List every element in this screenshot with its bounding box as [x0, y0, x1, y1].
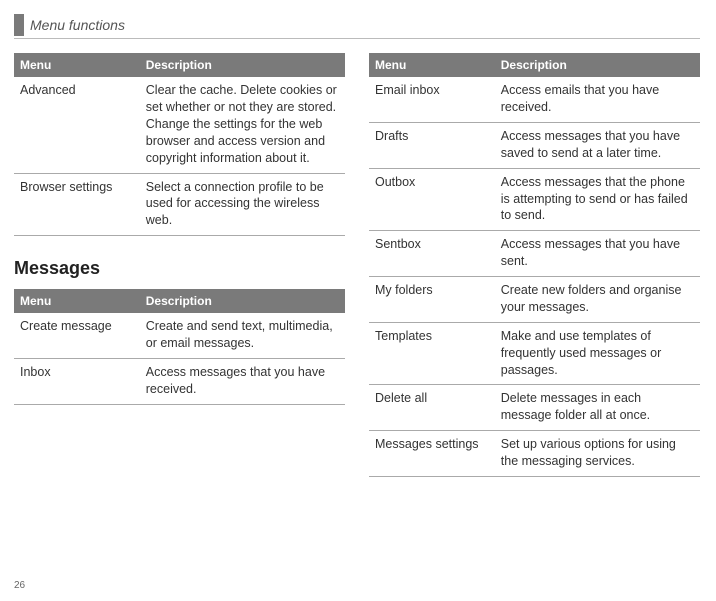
table-row: My folders Create new folders and organi…	[369, 277, 700, 323]
header-accent-bar	[14, 14, 24, 36]
cell-menu: Templates	[369, 322, 495, 385]
cell-menu: Delete all	[369, 385, 495, 431]
content-columns: Menu Description Advanced Clear the cach…	[14, 53, 700, 477]
page-title: Menu functions	[30, 17, 125, 33]
cell-description: Access messages that the phone is attemp…	[495, 168, 700, 231]
cell-menu: My folders	[369, 277, 495, 323]
cell-description: Select a connection profile to be used f…	[140, 173, 345, 236]
page-header: Menu functions	[14, 14, 700, 39]
table-header-description: Description	[495, 53, 700, 77]
cell-menu: Inbox	[14, 359, 140, 405]
cell-description: Clear the cache. Delete cookies or set w…	[140, 77, 345, 173]
cell-menu: Outbox	[369, 168, 495, 231]
table-row: Email inbox Access emails that you have …	[369, 77, 700, 122]
cell-menu: Sentbox	[369, 231, 495, 277]
table-header-description: Description	[140, 53, 345, 77]
table-row: Sentbox Access messages that you have se…	[369, 231, 700, 277]
table-browser-menu: Menu Description Advanced Clear the cach…	[14, 53, 345, 236]
table-header-menu: Menu	[14, 53, 140, 77]
cell-menu: Drafts	[369, 122, 495, 168]
table-row: Messages settings Set up various options…	[369, 431, 700, 477]
cell-description: Make and use templates of frequently use…	[495, 322, 700, 385]
left-column: Menu Description Advanced Clear the cach…	[14, 53, 345, 477]
table-row: Templates Make and use templates of freq…	[369, 322, 700, 385]
table-row: Drafts Access messages that you have sav…	[369, 122, 700, 168]
cell-description: Access messages that you have saved to s…	[495, 122, 700, 168]
cell-menu: Email inbox	[369, 77, 495, 122]
table-row: Delete all Delete messages in each messa…	[369, 385, 700, 431]
cell-description: Access messages that you have sent.	[495, 231, 700, 277]
table-row: Inbox Access messages that you have rece…	[14, 359, 345, 405]
table-messages-right: Menu Description Email inbox Access emai…	[369, 53, 700, 477]
cell-menu: Create message	[14, 313, 140, 358]
table-header-menu: Menu	[369, 53, 495, 77]
page-number: 26	[14, 580, 25, 591]
cell-menu: Advanced	[14, 77, 140, 173]
cell-description: Create and send text, multimedia, or ema…	[140, 313, 345, 358]
cell-menu: Browser settings	[14, 173, 140, 236]
right-column: Menu Description Email inbox Access emai…	[369, 53, 700, 477]
table-row: Browser settings Select a connection pro…	[14, 173, 345, 236]
table-header-menu: Menu	[14, 289, 140, 313]
table-header-description: Description	[140, 289, 345, 313]
cell-description: Access emails that you have received.	[495, 77, 700, 122]
cell-description: Set up various options for using the mes…	[495, 431, 700, 477]
section-heading-messages: Messages	[14, 258, 345, 279]
table-row: Advanced Clear the cache. Delete cookies…	[14, 77, 345, 173]
cell-description: Create new folders and organise your mes…	[495, 277, 700, 323]
table-row: Create message Create and send text, mul…	[14, 313, 345, 358]
table-row: Outbox Access messages that the phone is…	[369, 168, 700, 231]
table-messages-left: Menu Description Create message Create a…	[14, 289, 345, 405]
cell-description: Delete messages in each message folder a…	[495, 385, 700, 431]
cell-menu: Messages settings	[369, 431, 495, 477]
cell-description: Access messages that you have received.	[140, 359, 345, 405]
